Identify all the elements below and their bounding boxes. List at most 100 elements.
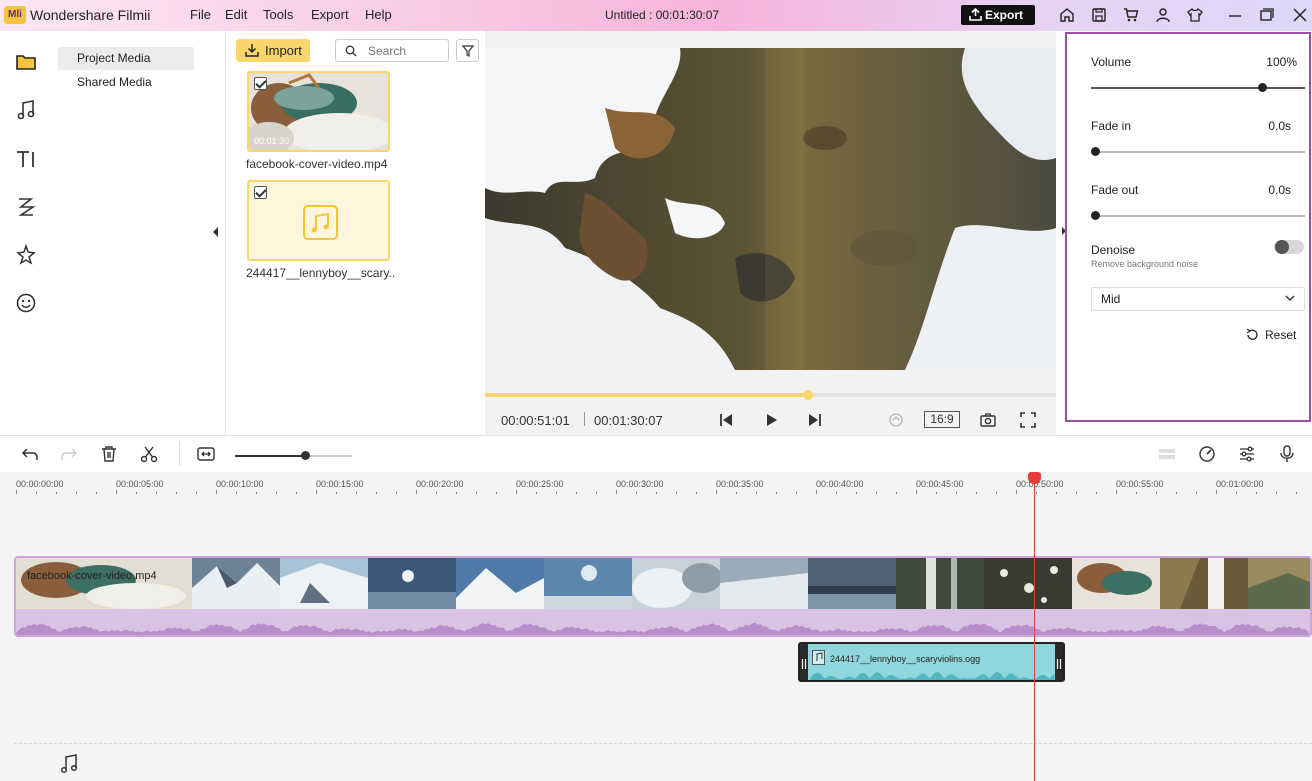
fade-out-slider[interactable] (1091, 211, 1305, 220)
zoom-slider-fill (235, 455, 306, 457)
timeline-ruler[interactable]: 00:00:00:00 00:00:05:00 00:00:10:00 00:00:1… (0, 472, 1312, 496)
import-button[interactable]: Import (236, 39, 310, 62)
ruler-tick (656, 492, 657, 494)
sticker-icon[interactable] (14, 291, 38, 315)
ruler-tick (396, 492, 397, 494)
checkbox-video[interactable] (254, 77, 267, 90)
export-button[interactable]: Export (961, 5, 1035, 25)
media-folder-icon[interactable] (14, 50, 38, 74)
menu-edit[interactable]: Edit (225, 7, 247, 22)
fade-out-slider-handle[interactable] (1091, 211, 1100, 220)
ruler-tick (296, 492, 297, 494)
ruler-tick (1096, 492, 1097, 494)
scissors-icon[interactable] (140, 445, 158, 463)
fullscreen-icon[interactable] (1019, 411, 1037, 429)
audio-clip-name: 244417__lennyboy__scaryviolins.ogg (830, 654, 981, 664)
fade-out-value: 0.0s (1268, 183, 1291, 197)
fade-in-slider[interactable] (1091, 147, 1305, 156)
ruler-tick (1156, 492, 1157, 494)
denoise-level-select[interactable]: Mid (1091, 287, 1305, 311)
audio-clip[interactable]: 244417__lennyboy__scaryviolins.ogg (798, 642, 1065, 682)
ruler-tick (156, 492, 157, 494)
media-thumbnail-audio[interactable] (247, 180, 390, 261)
undo-icon[interactable] (21, 445, 39, 463)
cart-icon[interactable] (1123, 7, 1139, 23)
aspect-ratio-button[interactable]: 16:9 (924, 411, 960, 428)
menu-tools[interactable]: Tools (263, 7, 293, 22)
ruler-tick (956, 492, 957, 494)
save-icon[interactable] (1091, 7, 1107, 23)
project-title: Untitled : 00:01:30:07 (605, 8, 719, 22)
speed-icon[interactable] (1198, 445, 1216, 463)
user-icon[interactable] (1155, 7, 1171, 23)
effects-icon[interactable] (14, 243, 38, 267)
time-separator (584, 412, 585, 426)
ruler-label: 00:01:00:00 (1216, 479, 1264, 489)
ruler-tick (256, 492, 257, 494)
search-input[interactable] (368, 43, 444, 58)
ruler-tick (416, 490, 417, 494)
ruler-tick (996, 492, 997, 494)
media-panel: Project Media Shared Media (52, 31, 225, 435)
menu-file[interactable]: File (190, 7, 211, 22)
menu-export[interactable]: Export (311, 7, 349, 22)
tab-project-media[interactable]: Project Media (58, 47, 194, 70)
transition-icon[interactable] (14, 195, 38, 219)
ruler-tick (436, 492, 437, 494)
ruler-tick (576, 492, 577, 494)
delete-icon[interactable] (100, 445, 118, 463)
tab-shared-media[interactable]: Shared Media (58, 71, 194, 94)
denoise-toggle[interactable] (1274, 240, 1304, 254)
volume-value: 100% (1266, 55, 1297, 69)
app-logo: Mli (4, 6, 26, 24)
ruler-label: 00:00:25:00 (516, 479, 564, 489)
ruler-tick (1256, 492, 1257, 494)
progress-handle[interactable] (802, 390, 813, 400)
ruler-tick (516, 490, 517, 494)
denoise-label: Denoise (1091, 243, 1136, 257)
maximize-icon[interactable] (1259, 7, 1275, 23)
ruler-tick (916, 490, 917, 494)
ruler-tick (1276, 492, 1277, 494)
home-icon[interactable] (1059, 7, 1075, 23)
ruler-tick (1236, 492, 1237, 494)
fade-in-value: 0.0s (1268, 119, 1291, 133)
minimize-icon[interactable] (1227, 7, 1243, 23)
reset-button[interactable]: Reset (1245, 328, 1296, 342)
ruler-tick (456, 492, 457, 494)
text-icon[interactable] (14, 147, 38, 171)
filter-button[interactable] (456, 39, 479, 62)
close-icon[interactable] (1292, 7, 1308, 23)
shirt-icon[interactable] (1187, 7, 1203, 23)
audio-clip-right-handle[interactable] (1055, 644, 1063, 680)
ruler-label: 00:00:30:00 (616, 479, 664, 489)
app-name: Wondershare Filmii (30, 7, 151, 23)
ruler-tick (556, 492, 557, 494)
checkbox-audio[interactable] (254, 186, 267, 199)
fit-timeline-icon[interactable] (197, 445, 215, 463)
microphone-icon[interactable] (1278, 445, 1296, 463)
ruler-tick (76, 492, 77, 494)
collapse-arrow-icon[interactable] (213, 227, 218, 237)
previous-frame-icon[interactable] (717, 411, 735, 429)
video-clip[interactable]: facebook-cover-video.mp4 (14, 556, 1312, 637)
ruler-label: 00:00:55:00 (1116, 479, 1164, 489)
volume-slider-handle[interactable] (1258, 83, 1268, 92)
playhead-handle[interactable] (1028, 472, 1041, 484)
audio-clip-left-handle[interactable] (800, 644, 808, 680)
volume-slider[interactable] (1091, 83, 1305, 92)
clip-frame (1072, 558, 1160, 609)
zoom-slider-handle[interactable] (301, 451, 311, 460)
snapshot-icon[interactable] (979, 411, 997, 429)
next-frame-icon[interactable] (806, 411, 824, 429)
fade-in-slider-handle[interactable] (1091, 147, 1100, 156)
adjust-icon[interactable] (1238, 445, 1256, 463)
clip-frame (544, 558, 632, 609)
ruler-tick (376, 492, 377, 494)
music-icon[interactable] (14, 98, 38, 122)
search-box[interactable] (335, 39, 449, 62)
media-thumbnail-video[interactable]: 00:01:30 (247, 71, 390, 152)
play-icon[interactable] (762, 411, 780, 429)
menu-help[interactable]: Help (365, 7, 392, 22)
audio-waveform (810, 672, 1055, 680)
